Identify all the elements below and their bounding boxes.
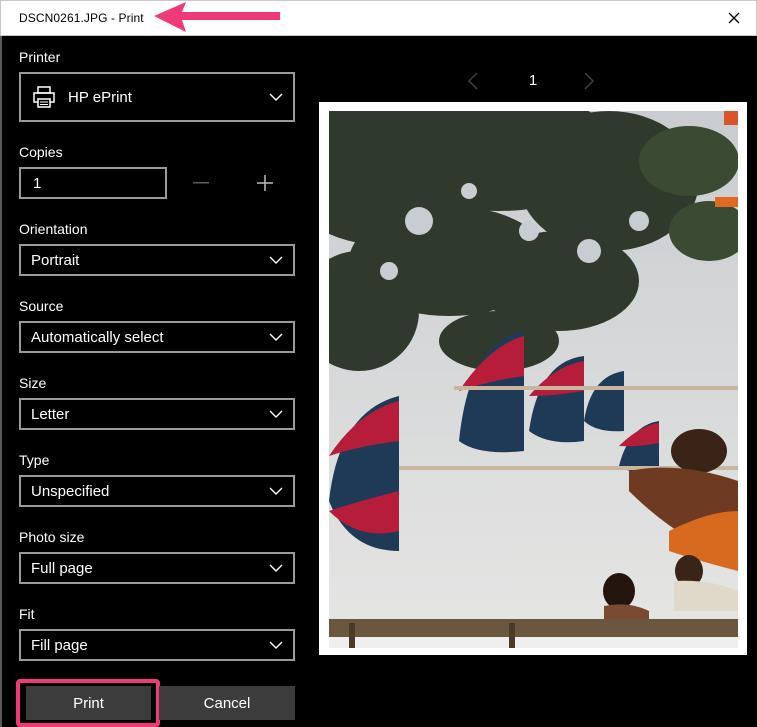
source-dropdown[interactable]: Automatically select (19, 321, 295, 353)
printer-dropdown[interactable]: HP ePrint (19, 72, 295, 122)
orientation-value: Portrait (31, 251, 80, 269)
size-value: Letter (31, 405, 70, 423)
next-page-button[interactable] (584, 72, 594, 92)
copies-label: Copies (19, 144, 63, 160)
photo-image (329, 111, 738, 648)
orientation-label: Orientation (19, 221, 88, 237)
size-dropdown[interactable]: Letter (19, 398, 295, 430)
source-value: Automatically select (31, 328, 164, 346)
page-number: 1 (528, 72, 538, 89)
printer-icon (33, 86, 55, 108)
chevron-down-icon (269, 333, 283, 341)
close-icon (728, 12, 740, 24)
chevron-down-icon (269, 564, 283, 572)
copies-input[interactable] (19, 167, 167, 199)
chevron-down-icon (269, 410, 283, 418)
close-button[interactable] (712, 1, 756, 35)
window-title: DSCN0261.JPG - Print (19, 11, 144, 25)
plus-icon (257, 175, 273, 191)
fit-dropdown[interactable]: Fill page (19, 629, 295, 661)
type-label: Type (19, 452, 50, 468)
fit-value: Fill page (31, 636, 88, 654)
print-button[interactable]: Print (26, 686, 151, 720)
size-label: Size (19, 375, 47, 391)
settings-panel (6, 36, 303, 727)
printer-label: Printer (19, 49, 61, 65)
copies-increment-button[interactable] (245, 167, 285, 199)
chevron-down-icon (269, 487, 283, 495)
chevron-down-icon (269, 256, 283, 264)
type-dropdown[interactable]: Unspecified (19, 475, 295, 507)
type-value: Unspecified (31, 482, 110, 500)
cancel-button[interactable]: Cancel (159, 686, 295, 720)
fit-label: Fit (19, 606, 35, 622)
photo-size-label: Photo size (19, 529, 85, 545)
previous-page-button[interactable] (468, 72, 478, 92)
source-label: Source (19, 298, 64, 314)
orientation-dropdown[interactable]: Portrait (19, 244, 295, 276)
chevron-left-icon (468, 72, 478, 90)
chevron-down-icon (269, 93, 283, 101)
chevron-right-icon (584, 72, 594, 90)
preview-photo (329, 111, 738, 648)
title-bar: DSCN0261.JPG - Print (0, 0, 757, 36)
minus-icon (193, 182, 209, 184)
photo-size-value: Full page (31, 559, 93, 577)
copies-decrement-button[interactable] (181, 167, 221, 199)
chevron-down-icon (269, 641, 283, 649)
photo-size-dropdown[interactable]: Full page (19, 552, 295, 584)
printer-value: HP ePrint (68, 88, 132, 106)
